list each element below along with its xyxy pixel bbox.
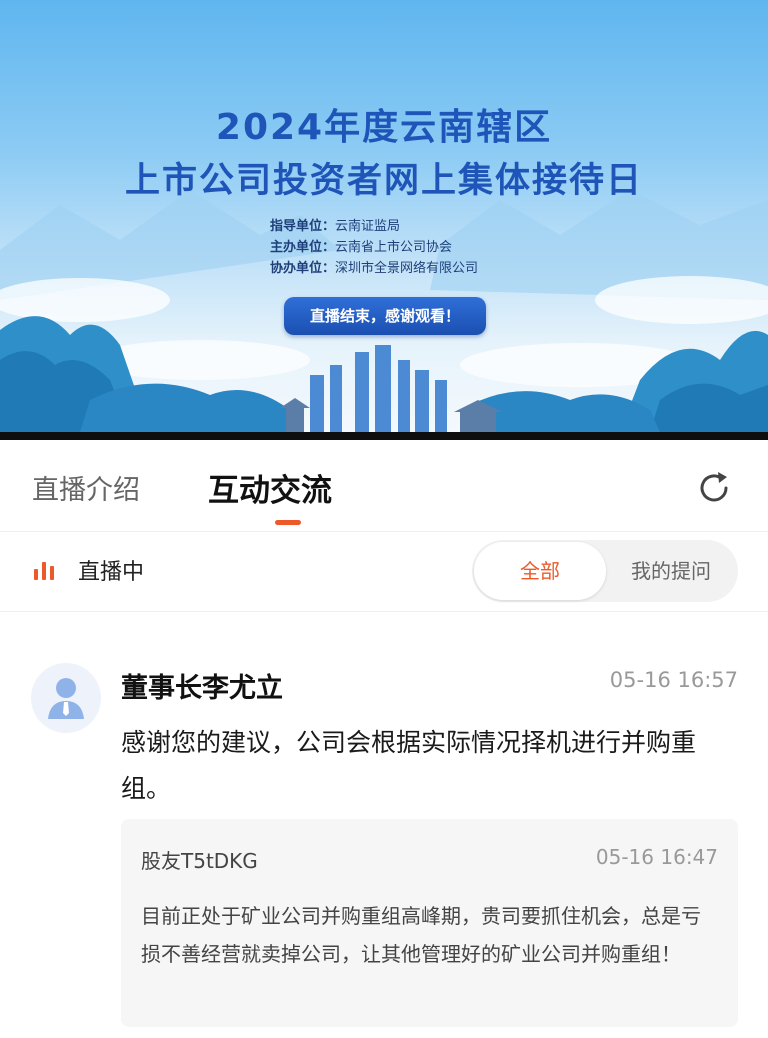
organizer-value: 深圳市全景网络有限公司	[335, 261, 479, 276]
tab-live-intro[interactable]: 直播介绍	[32, 468, 140, 507]
organizer-value: 云南证监局	[335, 219, 401, 234]
organizer-key: 指导单位：	[270, 219, 336, 234]
filter-my-questions-button[interactable]: 我的提问	[606, 542, 736, 600]
live-ended-badge: 直播结束，感谢观看！	[284, 297, 486, 335]
banner-divider	[0, 432, 768, 440]
question-timestamp: 05-16 16:47	[595, 845, 718, 869]
organizer-key: 协办单位：	[270, 261, 336, 276]
asker-name: 股友T5tDKG	[141, 849, 258, 873]
organizer-key: 主办单位：	[270, 240, 336, 255]
person-icon	[48, 678, 84, 719]
answer-text: 感谢您的建议，公司会根据实际情况择机进行并购重组。	[121, 728, 697, 803]
organizer-row: 协办单位：深圳市全景网络有限公司	[270, 258, 478, 279]
refresh-icon[interactable]	[694, 468, 734, 508]
active-tab-indicator	[275, 520, 301, 525]
organizer-row: 主办单位：云南省上市公司协会	[270, 237, 478, 258]
banner-title-line2: 上市公司投资者网上集体接待日	[124, 161, 643, 201]
banner-title-line1: 2024年度云南辖区	[215, 107, 553, 148]
organizer-list: 指导单位：云南证监局 主办单位：云南省上市公司协会 协办单位：深圳市全景网络有限…	[270, 216, 478, 279]
filter-row: 直播中 全部 我的提问	[0, 532, 768, 612]
organizer-value: 云南省上市公司协会	[335, 240, 453, 255]
answer-timestamp: 05-16 16:57	[609, 668, 738, 692]
quoted-question: 股友T5tDKG 05-16 16:47 目前正处于矿业公司并购重组高峰期，贵司…	[121, 819, 738, 1027]
event-banner: 2024年度云南辖区 上市公司投资者网上集体接待日 指导单位：云南证监局 主办单…	[0, 0, 768, 432]
question-text: 目前正处于矿业公司并购重组高峰期，贵司要抓住机会，总是亏损不善经营就卖掉公司，让…	[141, 904, 701, 966]
answerer-name: 董事长李尤立	[121, 673, 283, 704]
tab-bar: 直播介绍 互动交流	[0, 440, 768, 532]
organizer-row: 指导单位：云南证监局	[270, 216, 478, 237]
avatar	[31, 663, 101, 733]
filter-all-button[interactable]: 全部	[474, 542, 606, 600]
live-status-label: 直播中	[78, 560, 145, 585]
signal-bars-icon	[34, 562, 54, 580]
question-filter-toggle: 全部 我的提问	[472, 540, 738, 602]
tab-interaction[interactable]: 互动交流	[208, 465, 332, 510]
